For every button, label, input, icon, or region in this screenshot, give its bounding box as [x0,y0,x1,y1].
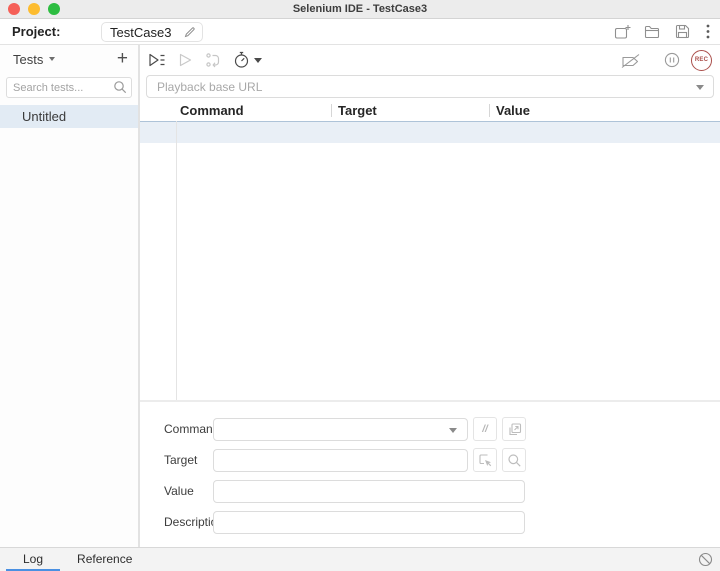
body: Tests + Untitled [0,45,720,547]
record-label: REC [694,57,709,63]
playback-base-url-input[interactable] [146,75,714,98]
value-row: Value [164,479,720,503]
find-target-button[interactable] [502,448,526,472]
tests-header: Tests + [0,45,138,73]
disable-breakpoints-icon[interactable] [620,50,641,70]
pause-on-exceptions-icon[interactable] [664,50,680,70]
gutter-divider [176,121,177,400]
chevron-down-icon[interactable] [49,57,56,61]
column-label: Target [338,102,377,118]
zoom-window-button[interactable] [48,3,60,15]
find-target-icon [507,453,521,467]
record-button[interactable]: REC [691,49,712,71]
step-over-icon[interactable] [205,50,221,70]
target-label: Target [164,453,198,467]
test-list-item[interactable]: Untitled [0,105,138,128]
description-label: Description [164,515,225,529]
tests-dropdown[interactable]: Tests [13,52,43,67]
target-row: Target [164,448,720,472]
tab-log[interactable]: Log [6,548,61,571]
column-label: Command [180,102,244,118]
test-search [6,77,132,98]
titlebar: Selenium IDE - TestCase3 [0,0,720,19]
test-speed-icon[interactable] [233,50,262,70]
tab-label: Log [23,551,44,566]
steps-table-header: Command Target Value [140,99,720,121]
clear-log-icon [698,552,713,567]
command-row: Command // [164,417,720,441]
save-project-icon[interactable] [673,23,691,41]
selenium-ide-window: Selenium IDE - TestCase3 Project: TestCa… [0,0,720,571]
select-target-button[interactable] [473,448,497,472]
playback-toolbar: REC [140,45,720,75]
toggle-comment-icon: // [482,423,488,435]
toggle-comment-button[interactable]: // [473,417,497,441]
open-project-icon[interactable] [643,23,661,41]
project-name-field[interactable]: TestCase3 [101,22,203,42]
tests-sidebar: Tests + Untitled [0,45,140,547]
open-new-window-icon [508,422,521,435]
column-divider [331,103,332,117]
more-menu-icon[interactable] [703,23,713,41]
run-all-tests-icon[interactable] [148,50,166,70]
window-controls [8,3,60,15]
edit-pencil-icon[interactable] [183,26,196,39]
main-panel: REC Command Target [140,45,720,547]
chevron-down-icon[interactable] [254,57,262,63]
value-input[interactable] [213,479,525,503]
column-header-command[interactable]: Command [176,99,331,121]
footer-tabbar: Log Reference [0,547,720,571]
command-select[interactable] [213,417,468,441]
project-label: Project: [12,24,61,39]
step-editor: Command // Target Value Description [140,402,720,547]
project-name: TestCase3 [110,24,172,40]
search-icon [113,80,127,94]
run-current-test-icon[interactable] [178,50,193,70]
chevron-down-icon [449,427,457,433]
test-step-row[interactable] [140,121,720,143]
test-list: Untitled [0,105,138,128]
tab-label: Reference [77,551,133,566]
target-input[interactable] [213,448,468,472]
open-new-window-button[interactable] [502,417,526,441]
column-divider [489,103,490,117]
new-project-icon[interactable] [613,23,631,41]
tab-reference[interactable]: Reference [60,548,149,571]
column-label: Value [496,102,530,118]
command-label: Command [164,422,220,436]
select-target-icon [478,453,491,466]
minimize-window-button[interactable] [28,3,40,15]
steps-area[interactable] [140,121,720,400]
clear-log-button[interactable] [698,548,713,571]
chevron-down-icon[interactable] [696,85,704,90]
playback-url-row [140,75,720,99]
column-header-value[interactable]: Value [489,99,720,121]
description-input[interactable] [213,510,525,534]
window-title: Selenium IDE - TestCase3 [292,3,428,15]
close-window-button[interactable] [8,3,20,15]
column-header-target[interactable]: Target [331,99,489,121]
description-row: Description [164,510,720,534]
toolbar-right: REC [620,49,712,71]
value-label: Value [164,484,194,498]
project-header: Project: TestCase3 [0,19,720,45]
project-actions [613,19,713,44]
add-test-button[interactable]: + [117,49,128,68]
